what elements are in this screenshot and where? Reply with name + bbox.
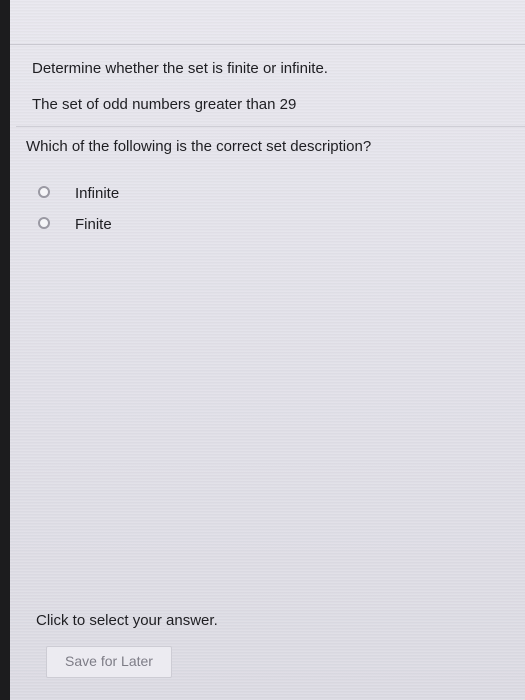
- header-divider: [10, 44, 525, 45]
- option-label: Infinite: [75, 185, 120, 202]
- option-label: Finite: [75, 216, 112, 233]
- question-divider: [16, 126, 525, 127]
- problem-card: Determine whether the set is finite or i…: [16, 48, 525, 132]
- quiz-screen: Determine whether the set is finite or i…: [10, 0, 525, 700]
- option-infinite[interactable]: Infinite: [28, 183, 228, 205]
- save-for-later-button[interactable]: Save for Later: [46, 646, 172, 678]
- question-text: Which of the following is the correct se…: [26, 138, 372, 155]
- option-finite[interactable]: Finite: [28, 214, 228, 236]
- radio-button-icon[interactable]: [38, 217, 50, 229]
- answer-instruction: Click to select your answer.: [36, 612, 218, 629]
- radio-button-icon[interactable]: [38, 186, 50, 198]
- set-description: The set of odd numbers greater than 29: [32, 96, 297, 113]
- problem-instruction: Determine whether the set is finite or i…: [32, 60, 328, 77]
